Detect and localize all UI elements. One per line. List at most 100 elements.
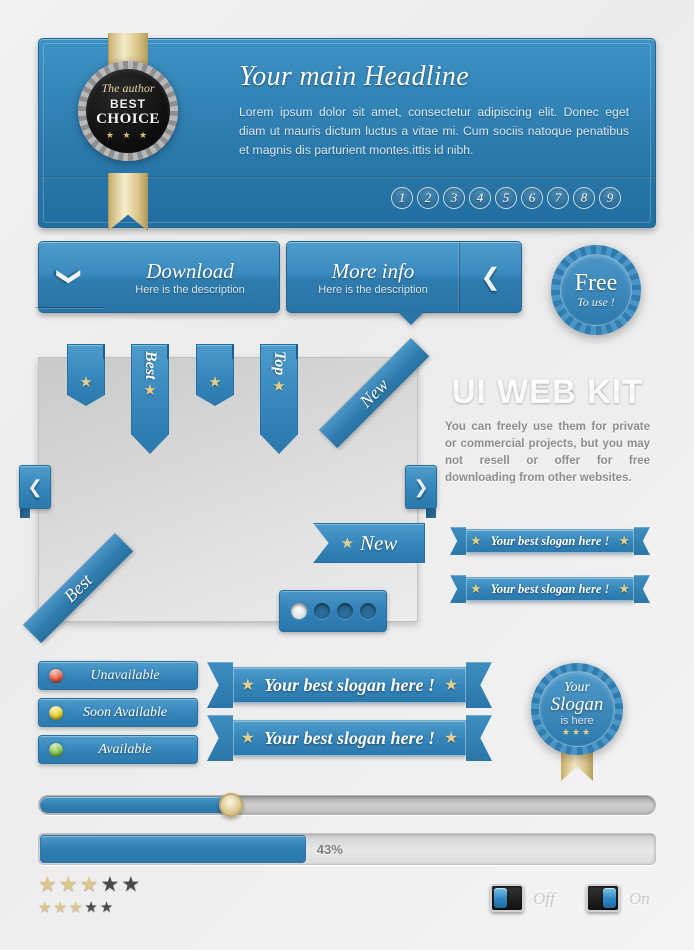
- star-icon[interactable]: ★: [69, 898, 82, 916]
- badge-stars-icon: ★ ★ ★: [105, 130, 151, 140]
- arrow-fold: [20, 508, 30, 518]
- status-button-unavailable[interactable]: Unavailable: [38, 661, 198, 690]
- slogan-ribbon-small-2[interactable]: ★ Your best slogan here ! ★: [450, 575, 650, 603]
- bookmark-fold: [296, 345, 298, 359]
- bookmark-top[interactable]: Top ★: [260, 344, 298, 454]
- star-icon: ★: [469, 581, 482, 596]
- bookmark-best-label: Best: [142, 351, 159, 380]
- free-badge-line2: To use !: [577, 294, 615, 309]
- toggle-handle: [603, 888, 616, 908]
- ribbon-body: ★ Your best slogan here ! ★: [233, 720, 466, 756]
- carousel-dots[interactable]: [279, 590, 387, 632]
- toggle-switch-off[interactable]: [490, 884, 524, 912]
- ribbon-tail-right: [634, 527, 650, 555]
- star-icon: ★: [444, 730, 459, 747]
- bookmark-fold: [103, 345, 105, 359]
- content-panel: ★ Best ★ ★ Top ★ New Best ❮ ❯ ★ New: [19, 337, 437, 644]
- ribbon-body: ★ Your best slogan here ! ★: [466, 577, 634, 601]
- slogan-ribbon-small-1[interactable]: ★ Your best slogan here ! ★: [450, 527, 650, 555]
- pagination-item-4[interactable]: 4: [469, 187, 491, 209]
- slider-knob[interactable]: [218, 793, 243, 817]
- status-led-icon: [49, 668, 63, 683]
- download-button[interactable]: ❯ Download Here is the description: [35, 241, 280, 313]
- star-icon: ★: [79, 374, 93, 391]
- badge-disc: The author BEST CHOICE ★ ★ ★: [86, 69, 170, 153]
- slogan-ribbon-large-2[interactable]: ★ Your best slogan here ! ★: [207, 715, 492, 761]
- star-icon[interactable]: ★: [100, 872, 119, 897]
- pagination-item-5[interactable]: 5: [495, 187, 517, 209]
- corner-ribbon-best[interactable]: Best: [22, 532, 134, 644]
- pagination[interactable]: 123456789: [391, 187, 621, 209]
- progress-label: 43%: [316, 842, 343, 857]
- seal-is-here-label: is here: [560, 714, 594, 727]
- carousel-dot-4[interactable]: [359, 603, 376, 619]
- pagination-item-7[interactable]: 7: [547, 187, 569, 209]
- star-icon[interactable]: ★: [80, 872, 99, 897]
- toggle-switch-on[interactable]: [586, 884, 620, 912]
- ui-kit-canvas: Your main Headline Lorem ipsum dolor sit…: [0, 0, 694, 950]
- panel-next-button[interactable]: ❯: [405, 465, 437, 518]
- ribbon-body: ★ Your best slogan here ! ★: [466, 529, 634, 553]
- rating-large[interactable]: ★ ★ ★ ★ ★: [38, 872, 140, 897]
- ribbon-tail-left: [450, 527, 466, 555]
- pagination-item-1[interactable]: 1: [391, 187, 413, 209]
- free-badge-disc: Free To use !: [560, 254, 632, 326]
- status-button-soon-available[interactable]: Soon Available: [38, 698, 198, 727]
- badge-best-text: BEST: [109, 97, 146, 111]
- ribbon-tail-right: [466, 715, 492, 761]
- download-button-description: Here is the description: [135, 283, 245, 296]
- pagination-item-2[interactable]: 2: [417, 187, 439, 209]
- star-icon[interactable]: ★: [121, 872, 140, 897]
- star-icon[interactable]: ★: [84, 898, 97, 916]
- panel-prev-button[interactable]: ❮: [19, 465, 51, 518]
- kit-info-block: UI WEB KIT You can freely use them for p…: [445, 372, 650, 487]
- slider-fill: [40, 797, 232, 813]
- best-choice-badge: The author BEST CHOICE ★ ★ ★: [64, 33, 192, 231]
- carousel-dot-3[interactable]: [336, 603, 353, 619]
- ribbon-tail-right: [634, 575, 650, 603]
- slogan-text: Your best slogan here !: [263, 674, 436, 695]
- star-icon: ★: [240, 730, 255, 747]
- download-button-label: Download: [146, 258, 234, 283]
- star-icon[interactable]: ★: [38, 898, 51, 916]
- corner-ribbon-new[interactable]: New: [318, 337, 430, 449]
- status-button-available[interactable]: Available: [38, 735, 198, 764]
- seal-disc: Your Slogan is here ★★★: [539, 671, 615, 747]
- ribbon-tail-right: [466, 662, 492, 708]
- star-icon[interactable]: ★: [100, 898, 113, 916]
- pagination-item-8[interactable]: 8: [573, 187, 595, 209]
- bookmark-best[interactable]: Best ★: [131, 344, 169, 454]
- progress-fill: [40, 835, 306, 863]
- more-info-button[interactable]: More info Here is the description ❮: [286, 241, 522, 325]
- bookmark-star-1[interactable]: ★: [67, 344, 105, 406]
- toggle-off-label: Off: [533, 889, 555, 908]
- star-icon[interactable]: ★: [59, 872, 78, 897]
- header-text-block: Your main Headline Lorem ipsum dolor sit…: [239, 61, 629, 160]
- star-icon[interactable]: ★: [38, 872, 57, 897]
- slogan-ribbon-large-1[interactable]: ★ Your best slogan here ! ★: [207, 662, 492, 708]
- new-banner[interactable]: ★ New: [313, 523, 425, 563]
- slogan-seal-badge[interactable]: Your Slogan is here ★★★: [531, 663, 623, 781]
- star-icon: ★: [143, 382, 157, 400]
- carousel-dot-1[interactable]: [290, 603, 307, 619]
- more-info-button-text: More info Here is the description: [287, 242, 459, 312]
- star-icon: ★: [469, 533, 482, 548]
- bookmark-fold: [232, 345, 234, 359]
- star-icon: ★: [618, 581, 631, 596]
- slogan-text: Your best slogan here !: [263, 727, 436, 748]
- kit-title: UI WEB KIT: [445, 372, 650, 410]
- ribbon-tail-left: [207, 715, 233, 761]
- ribbon-tail-left: [450, 575, 466, 603]
- rating-small[interactable]: ★ ★ ★ ★ ★: [38, 898, 113, 916]
- pagination-item-3[interactable]: 3: [443, 187, 465, 209]
- carousel-dot-2[interactable]: [313, 603, 330, 619]
- seal-your-label: Your: [564, 679, 590, 695]
- star-icon[interactable]: ★: [53, 898, 66, 916]
- pagination-item-9[interactable]: 9: [599, 187, 621, 209]
- range-slider[interactable]: [38, 793, 656, 817]
- page-title: Your main Headline: [239, 61, 469, 92]
- bookmark-star-2[interactable]: ★: [196, 344, 234, 406]
- status-label: Available: [98, 741, 152, 757]
- pagination-item-6[interactable]: 6: [521, 187, 543, 209]
- free-to-use-badge[interactable]: Free To use !: [551, 245, 641, 335]
